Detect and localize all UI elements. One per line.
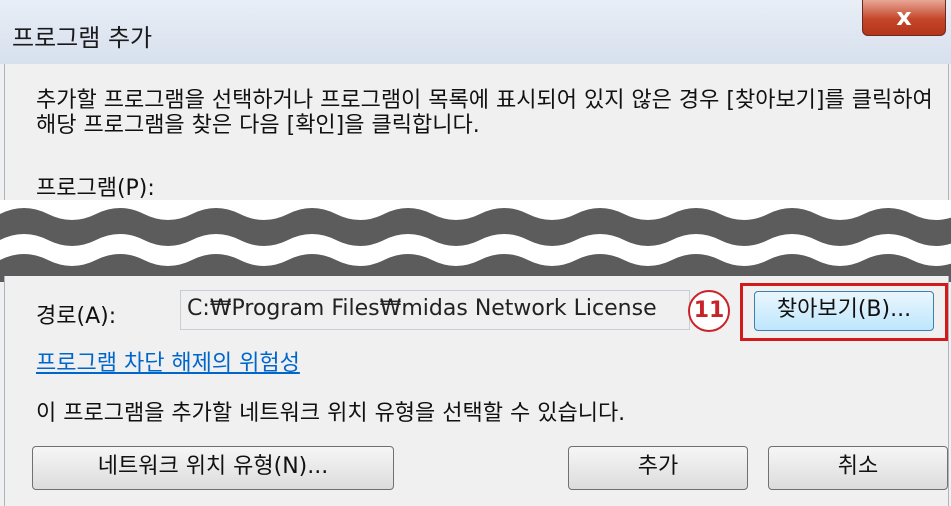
dialog-title: 프로그램 추가 [12, 24, 153, 52]
torn-edge-divider [0, 200, 951, 282]
instruction-text: 추가할 프로그램을 선택하거나 프로그램이 목록에 표시되어 있지 않은 경우 … [36, 88, 933, 138]
network-location-type-button[interactable]: 네트워크 위치 유형(N)... [32, 446, 394, 490]
path-input[interactable]: C:₩Program Files₩midas Network License [180, 290, 690, 330]
program-list-label: 프로그램(P): [36, 176, 155, 201]
browse-button[interactable]: 찾아보기(B)... [754, 291, 934, 331]
cancel-button[interactable]: 취소 [768, 446, 948, 490]
unblock-risk-link[interactable]: 프로그램 차단 해제의 위험성 [36, 345, 300, 377]
path-label: 경로(A): [36, 304, 117, 329]
network-location-info: 이 프로그램을 추가할 네트워크 위치 유형을 선택할 수 있습니다. [36, 401, 626, 426]
title-bar: 프로그램 추가 x [0, 0, 951, 64]
step-number-badge: 11 [688, 290, 730, 332]
add-button[interactable]: 추가 [568, 446, 748, 490]
close-button[interactable]: x [862, 0, 946, 36]
add-program-dialog: 프로그램 추가 x 추가할 프로그램을 선택하거나 프로그램이 목록에 표시되어… [0, 0, 951, 506]
